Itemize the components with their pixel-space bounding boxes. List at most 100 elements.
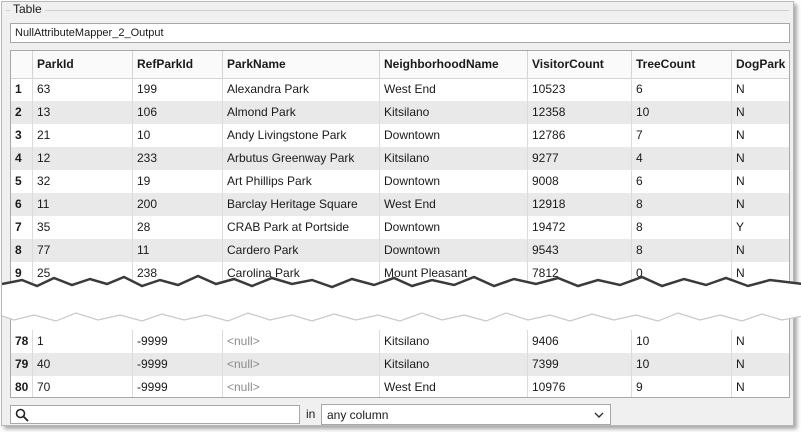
table-cell-parkname[interactable]: <null> <box>223 376 380 397</box>
table-cell-refparkid[interactable]: 200 <box>133 193 223 216</box>
column-header-parkname[interactable]: ParkName <box>223 51 380 78</box>
table-cell-refparkid[interactable]: 11 <box>133 239 223 262</box>
table-cell-refparkid[interactable]: -9999 <box>133 353 223 376</box>
table-cell-refparkid[interactable]: 10 <box>133 124 223 147</box>
column-header-visitorcount[interactable]: VisitorCount <box>528 51 632 78</box>
search-input[interactable] <box>10 405 300 424</box>
column-header-parkid[interactable]: ParkId <box>33 51 133 78</box>
table-cell-parkid[interactable]: 11 <box>33 193 133 216</box>
corner-cell[interactable] <box>11 51 33 78</box>
table-cell-parkname[interactable]: Cardero Park <box>223 239 380 262</box>
table-cell-refparkid[interactable]: 199 <box>133 78 223 101</box>
table-cell-treecount[interactable]: 8 <box>632 216 732 239</box>
table-cell-neighborhoodname[interactable]: West End <box>380 376 528 397</box>
table-cell-parkid[interactable]: 12 <box>33 147 133 170</box>
table-cell-neighborhoodname[interactable]: Downtown <box>380 170 528 193</box>
table-cell-neighborhoodname[interactable]: West End <box>380 78 528 101</box>
table-cell-parkid[interactable]: 77 <box>33 239 133 262</box>
table-cell-dogpark[interactable]: N <box>732 78 789 101</box>
row-number[interactable]: 4 <box>11 147 33 170</box>
table-cell-parkname[interactable]: Andy Livingstone Park <box>223 124 380 147</box>
table-cell-treecount[interactable]: 6 <box>632 78 732 101</box>
table-cell-treecount[interactable]: 10 <box>632 101 732 124</box>
table-cell-dogpark[interactable]: N <box>732 170 789 193</box>
table-cell-visitorcount[interactable]: 19472 <box>528 216 632 239</box>
table-cell-visitorcount[interactable]: 9277 <box>528 147 632 170</box>
table-cell-neighborhoodname[interactable]: West End <box>380 193 528 216</box>
table-cell-parkid[interactable]: 21 <box>33 124 133 147</box>
row-number[interactable]: 1 <box>11 78 33 101</box>
table-row[interactable]: 7 35 28 CRAB Park at Portside Downtown 19472 8… <box>11 216 789 239</box>
table-cell-neighborhoodname[interactable]: Kitsilano <box>380 147 528 170</box>
table-row[interactable]: 1 63 199 Alexandra Park West End 10523 6 N <box>11 78 789 101</box>
column-select[interactable]: any column <box>321 404 611 425</box>
table-cell-dogpark[interactable]: N <box>732 376 789 397</box>
column-header-neighborhoodname[interactable]: NeighborhoodName <box>380 51 528 78</box>
table-row[interactable]: 3 21 10 Andy Livingstone Park Downtown 12786 7… <box>11 124 789 147</box>
table-cell-visitorcount[interactable]: 10976 <box>528 376 632 397</box>
table-cell-treecount[interactable]: 4 <box>632 147 732 170</box>
table-cell-parkid[interactable]: 13 <box>33 101 133 124</box>
table-cell-parkid[interactable]: 40 <box>33 353 133 376</box>
table-cell-dogpark[interactable]: N <box>732 101 789 124</box>
table-cell-parkname[interactable]: Art Phillips Park <box>223 170 380 193</box>
row-number[interactable]: 5 <box>11 170 33 193</box>
table-cell-parkname[interactable]: CRAB Park at Portside <box>223 216 380 239</box>
table-cell-visitorcount[interactable]: 10523 <box>528 78 632 101</box>
table-cell-parkname[interactable]: Alexandra Park <box>223 78 380 101</box>
table-cell-visitorcount[interactable]: 7399 <box>528 353 632 376</box>
column-header-treecount[interactable]: TreeCount <box>632 51 732 78</box>
table-cell-refparkid[interactable]: 28 <box>133 216 223 239</box>
table-cell-refparkid[interactable]: 106 <box>133 101 223 124</box>
table-cell-neighborhoodname[interactable]: Downtown <box>380 124 528 147</box>
table-cell-visitorcount[interactable]: 12786 <box>528 124 632 147</box>
table-cell-parkname[interactable]: Barclay Heritage Square <box>223 193 380 216</box>
table-cell-parkname[interactable]: Almond Park <box>223 101 380 124</box>
table-cell-parkid[interactable]: 63 <box>33 78 133 101</box>
table-cell-parkname[interactable]: <null> <box>223 353 380 376</box>
table-cell-parkid[interactable]: 32 <box>33 170 133 193</box>
table-cell-visitorcount[interactable]: 12358 <box>528 101 632 124</box>
table-cell-refparkid[interactable]: 233 <box>133 147 223 170</box>
table-row[interactable]: 6 11 200 Barclay Heritage Square West End 129… <box>11 193 789 216</box>
row-number[interactable]: 3 <box>11 124 33 147</box>
table-cell-visitorcount[interactable]: 9543 <box>528 239 632 262</box>
table-row[interactable]: 5 32 19 Art Phillips Park Downtown 9008 6 N <box>11 170 789 193</box>
table-cell-dogpark[interactable]: N <box>732 147 789 170</box>
table-cell-neighborhoodname[interactable]: Downtown <box>380 216 528 239</box>
row-number[interactable]: 8 <box>11 239 33 262</box>
table-cell-parkid[interactable]: 70 <box>33 376 133 397</box>
row-number[interactable]: 80 <box>11 376 33 397</box>
table-row[interactable]: 2 13 106 Almond Park Kitsilano 12358 10 N <box>11 101 789 124</box>
table-cell-treecount[interactable]: 8 <box>632 239 732 262</box>
table-cell-dogpark[interactable]: N <box>732 239 789 262</box>
table-cell-parkid[interactable]: 35 <box>33 216 133 239</box>
output-name-field[interactable]: NullAttributeMapper_2_Output <box>10 23 790 43</box>
table-row[interactable]: 4 12 233 Arbutus Greenway Park Kitsilano 9277… <box>11 147 789 170</box>
row-number[interactable]: 7 <box>11 216 33 239</box>
column-header-refparkid[interactable]: RefParkId <box>133 51 223 78</box>
table-row[interactable]: 80 70 -9999 <null> West End 10976 9 N <box>11 376 789 397</box>
table-cell-treecount[interactable]: 10 <box>632 353 732 376</box>
table-cell-neighborhoodname[interactable]: Kitsilano <box>380 101 528 124</box>
table-cell-treecount[interactable]: 6 <box>632 170 732 193</box>
row-number[interactable]: 2 <box>11 101 33 124</box>
table-cell-treecount[interactable]: 9 <box>632 376 732 397</box>
table-cell-dogpark[interactable]: N <box>732 193 789 216</box>
row-number[interactable]: 6 <box>11 193 33 216</box>
table-cell-neighborhoodname[interactable]: Downtown <box>380 239 528 262</box>
table-cell-refparkid[interactable]: 19 <box>133 170 223 193</box>
row-number[interactable]: 79 <box>11 353 33 376</box>
table-row[interactable]: 79 40 -9999 <null> Kitsilano 7399 10 N <box>11 353 789 376</box>
data-table[interactable]: ParkId RefParkId ParkName NeighborhoodNa… <box>10 50 790 398</box>
column-header-dogpark[interactable]: DogPark <box>732 51 789 78</box>
table-cell-neighborhoodname[interactable]: Kitsilano <box>380 353 528 376</box>
table-cell-treecount[interactable]: 8 <box>632 193 732 216</box>
table-cell-dogpark[interactable]: Y <box>732 216 789 239</box>
table-cell-visitorcount[interactable]: 12918 <box>528 193 632 216</box>
table-cell-dogpark[interactable]: N <box>732 353 789 376</box>
table-cell-visitorcount[interactable]: 9008 <box>528 170 632 193</box>
table-cell-parkname[interactable]: Arbutus Greenway Park <box>223 147 380 170</box>
table-cell-dogpark[interactable]: N <box>732 124 789 147</box>
table-row[interactable]: 8 77 11 Cardero Park Downtown 9543 8 N <box>11 239 789 262</box>
